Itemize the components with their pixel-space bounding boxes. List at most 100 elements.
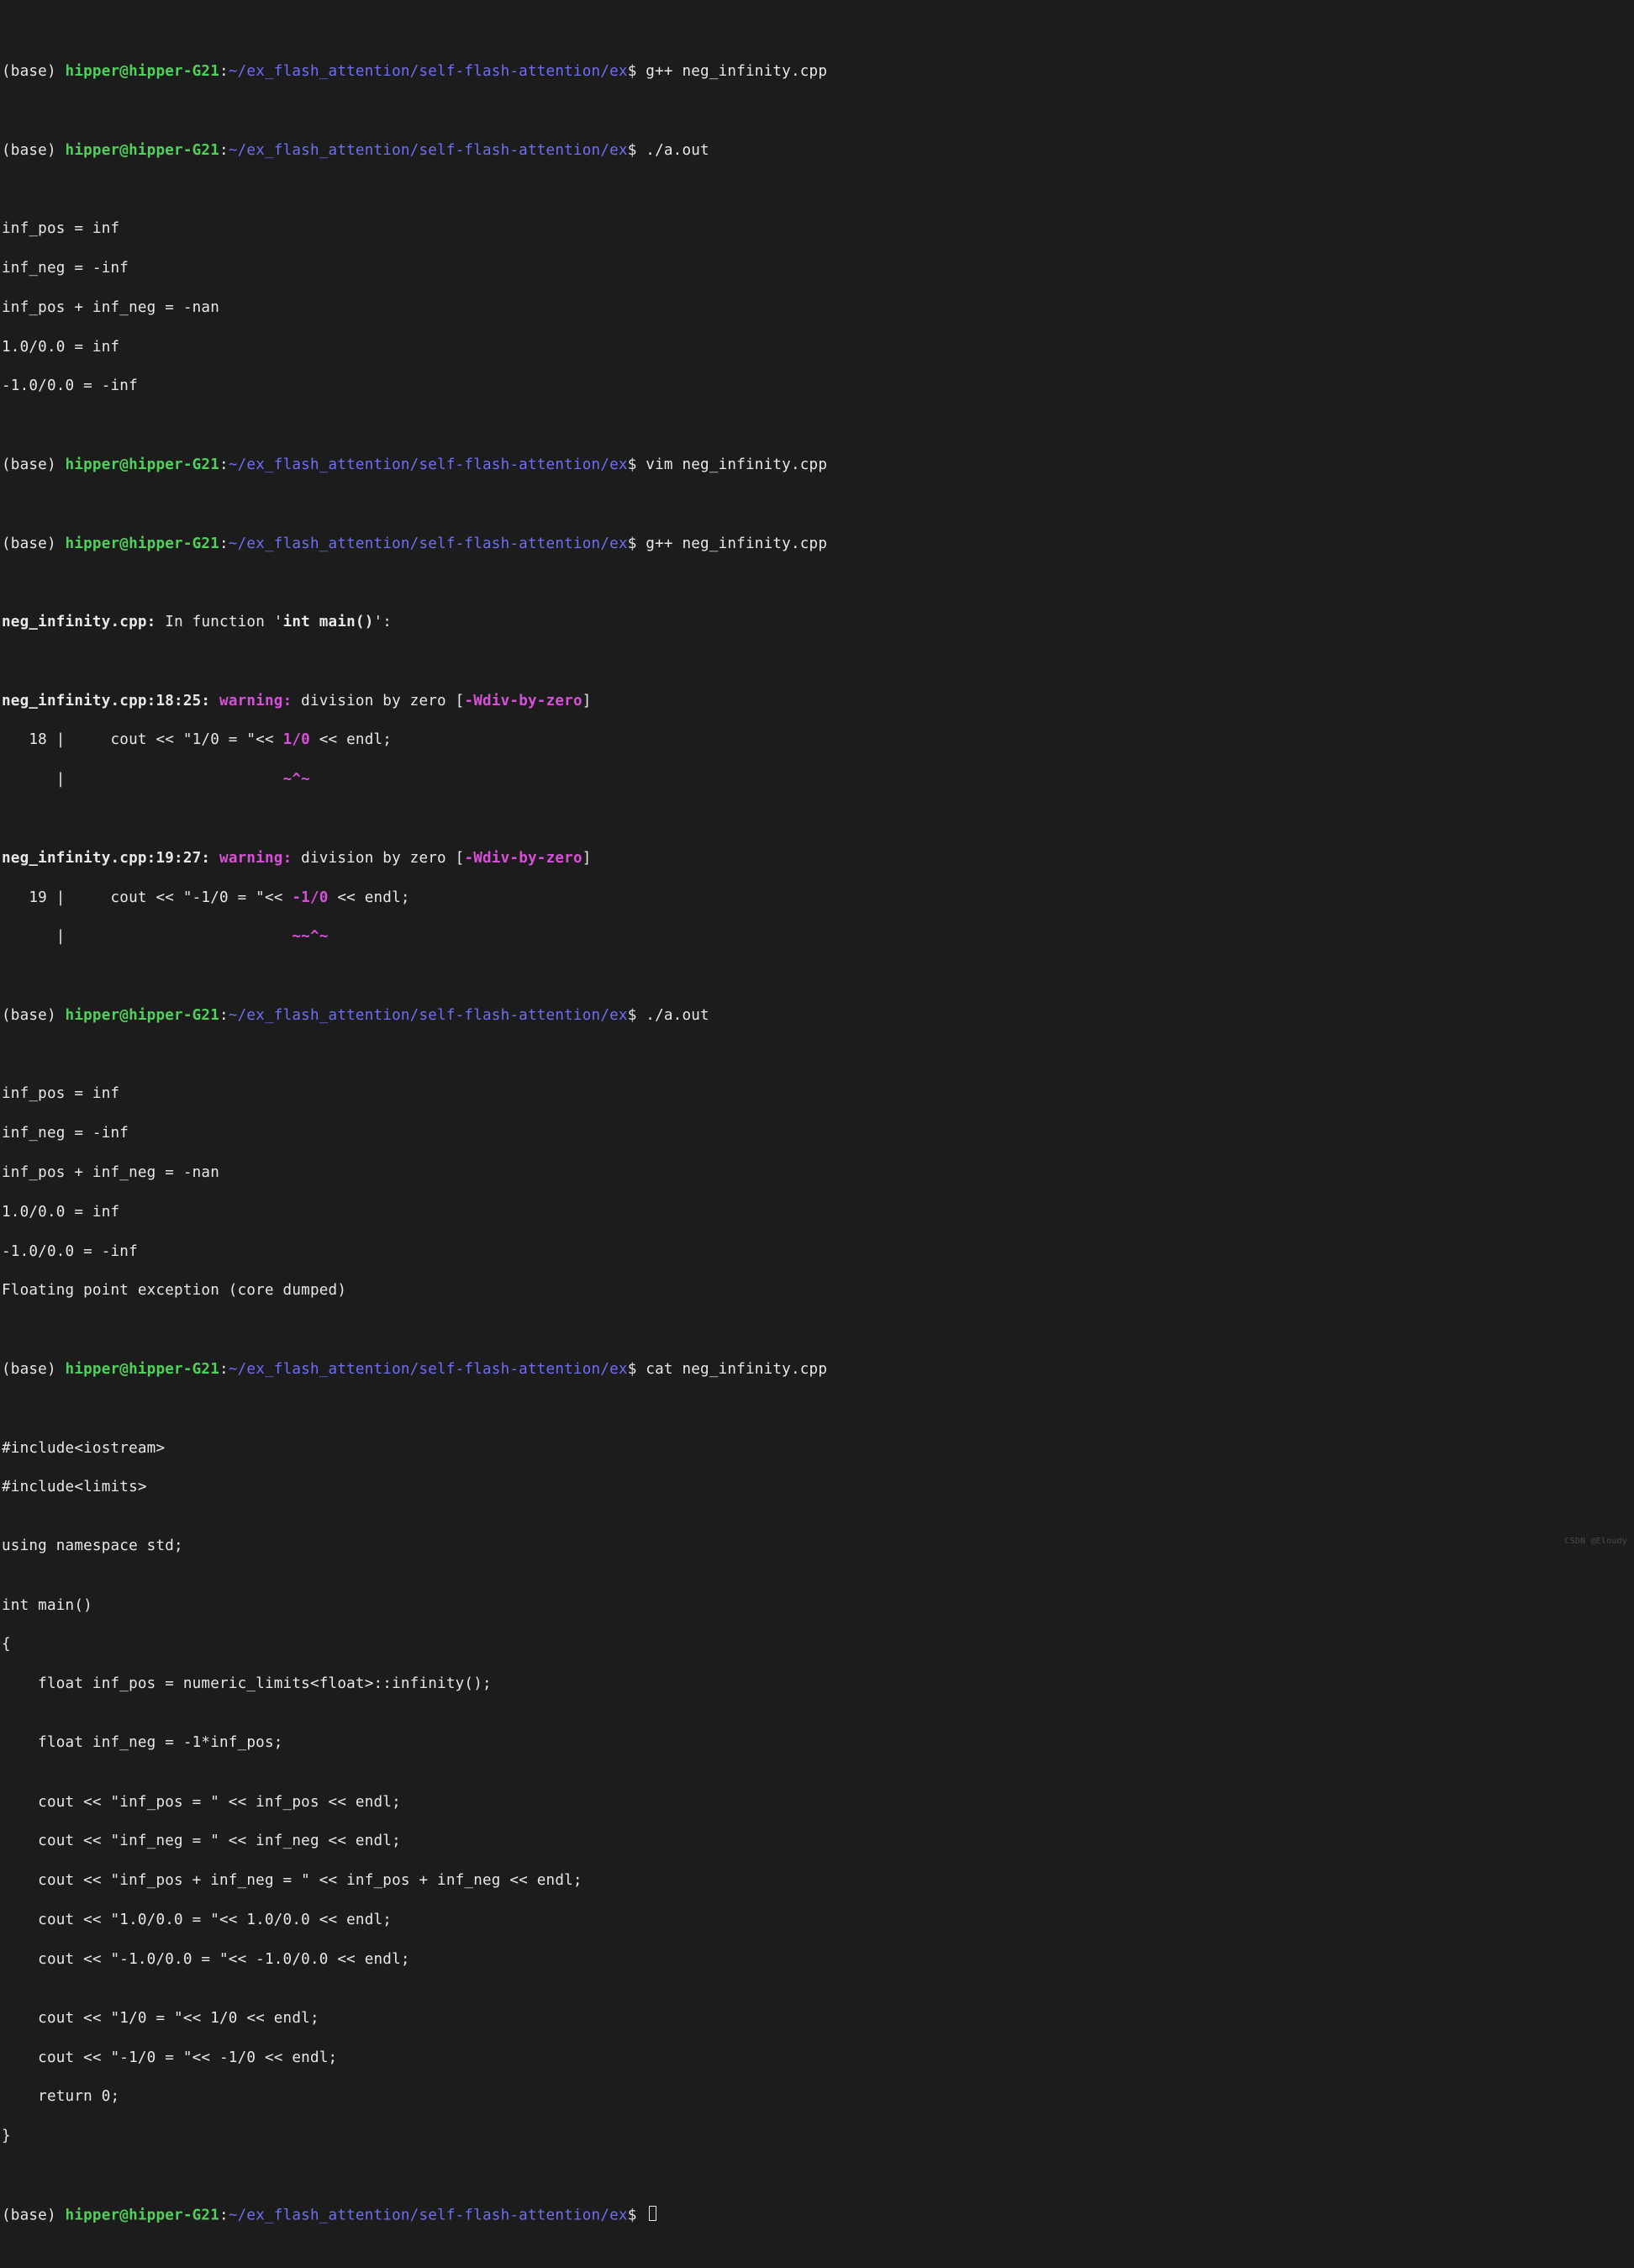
colon: : [219,535,229,552]
dollar: $ [628,1007,646,1024]
snippet-highlight: 1/0 [283,731,310,748]
compiler-function: int main() [283,614,374,630]
caret-marks: ~^~ [283,771,310,788]
env-tag: (base) [2,535,66,552]
prompt-line: (base) hipper@hipper-G21:~/ex_flash_atte… [2,456,1632,475]
source-line: cout << "inf_pos = " << inf_pos << endl; [2,1793,1632,1812]
warning-label: warning: [219,850,301,867]
user-host: hipper@hipper-G21 [66,142,219,159]
caret-marks: ~~^~ [292,928,328,945]
warning-msg: ] [582,693,592,709]
source-line: cout << "-1/0 = "<< -1/0 << endl; [2,2049,1632,2068]
command: ./a.out [646,1007,709,1024]
user-host: hipper@hipper-G21 [66,456,219,473]
caret-pipe: | [2,928,292,945]
output-line: -1.0/0.0 = -inf [2,1242,1632,1262]
cwd-path: ~/ex_flash_attention/self-flash-attentio… [229,1007,628,1024]
colon: : [219,142,229,159]
warning-flag: -Wdiv-by-zero [464,693,582,709]
user-host: hipper@hipper-G21 [66,63,219,80]
user-host: hipper@hipper-G21 [66,2207,219,2223]
cursor-icon [649,2206,656,2221]
prompt-line: (base) hipper@hipper-G21:~/ex_flash_atte… [2,1360,1632,1379]
colon: : [219,456,229,473]
prompt-line: (base) hipper@hipper-G21:~/ex_flash_atte… [2,62,1632,82]
user-host: hipper@hipper-G21 [66,1361,219,1378]
output-line: Floating point exception (core dumped) [2,1281,1632,1300]
source-line: { [2,1635,1632,1654]
dollar: $ [628,2207,646,2223]
warning-label: warning: [219,693,301,709]
command: cat neg_infinity.cpp [646,1361,827,1378]
prompt-line: (base) hipper@hipper-G21:~/ex_flash_atte… [2,1006,1632,1026]
command: ./a.out [646,142,709,159]
env-tag: (base) [2,2207,66,2223]
compiler-warning: neg_infinity.cpp:18:25: warning: divisio… [2,692,1632,711]
source-line: cout << "1.0/0.0 = "<< 1.0/0.0 << endl; [2,1911,1632,1930]
prompt-line: (base) hipper@hipper-G21:~/ex_flash_atte… [2,535,1632,554]
source-line: cout << "1/0 = "<< 1/0 << endl; [2,2009,1632,2028]
compiler-loc: neg_infinity.cpp:19:27: [2,850,219,867]
cwd-path: ~/ex_flash_attention/self-flash-attentio… [229,2207,628,2223]
env-tag: (base) [2,1007,66,1024]
source-line: float inf_neg = -1*inf_pos; [2,1733,1632,1753]
env-tag: (base) [2,142,66,159]
snippet-post: << endl; [310,731,392,748]
snippet-highlight: -1/0 [292,889,328,906]
compiler-loc: neg_infinity.cpp:18:25: [2,693,219,709]
compiler-file: neg_infinity.cpp: [2,614,155,630]
output-line: inf_pos = inf [2,219,1632,239]
source-line: int main() [2,1596,1632,1616]
prompt-line-active[interactable]: (base) hipper@hipper-G21:~/ex_flash_atte… [2,2206,1632,2226]
output-line: -1.0/0.0 = -inf [2,377,1632,396]
source-line: using namespace std; [2,1537,1632,1556]
command: g++ neg_infinity.cpp [646,535,827,552]
source-line: cout << "inf_neg = " << inf_neg << endl; [2,1832,1632,1851]
snippet-pre: 19 | cout << "-1/0 = "<< [2,889,292,906]
output-line: 1.0/0.0 = inf [2,1203,1632,1222]
cwd-path: ~/ex_flash_attention/self-flash-attentio… [229,535,628,552]
compiler-text: In function ' [155,614,282,630]
output-line: inf_neg = -inf [2,1124,1632,1143]
env-tag: (base) [2,63,66,80]
output-line: inf_pos = inf [2,1084,1632,1104]
source-line: } [2,2127,1632,2146]
colon: : [219,2207,229,2223]
compiler-warning: neg_infinity.cpp:19:27: warning: divisio… [2,849,1632,868]
env-tag: (base) [2,456,66,473]
output-line: inf_pos + inf_neg = -nan [2,298,1632,318]
output-line: inf_pos + inf_neg = -nan [2,1163,1632,1183]
colon: : [219,1361,229,1378]
compiler-caret: | ~^~ [2,770,1632,789]
output-line: 1.0/0.0 = inf [2,338,1632,357]
compiler-caret: | ~~^~ [2,927,1632,947]
warning-msg: division by zero [ [301,850,464,867]
warning-msg: ] [582,850,592,867]
cwd-path: ~/ex_flash_attention/self-flash-attentio… [229,456,628,473]
dollar: $ [628,535,646,552]
cwd-path: ~/ex_flash_attention/self-flash-attentio… [229,1361,628,1378]
terminal[interactable]: (base) hipper@hipper-G21:~/ex_flash_atte… [0,0,1634,2268]
source-line: #include<iostream> [2,1439,1632,1458]
source-line: #include<limits> [2,1478,1632,1497]
watermark: CSDN @Eloudy [1564,1536,1627,1547]
compiler-snippet: 19 | cout << "-1/0 = "<< -1/0 << endl; [2,889,1632,908]
dollar: $ [628,63,646,80]
env-tag: (base) [2,1361,66,1378]
user-host: hipper@hipper-G21 [66,1007,219,1024]
colon: : [219,63,229,80]
caret-pipe: | [2,771,283,788]
dollar: $ [628,1361,646,1378]
dollar: $ [628,142,646,159]
compiler-text: ': [374,614,393,630]
compiler-snippet: 18 | cout << "1/0 = "<< 1/0 << endl; [2,731,1632,750]
source-line: return 0; [2,2087,1632,2107]
command: vim neg_infinity.cpp [646,456,827,473]
cwd-path: ~/ex_flash_attention/self-flash-attentio… [229,63,628,80]
cwd-path: ~/ex_flash_attention/self-flash-attentio… [229,142,628,159]
source-line: float inf_pos = numeric_limits<float>::i… [2,1675,1632,1694]
warning-flag: -Wdiv-by-zero [464,850,582,867]
snippet-pre: 18 | cout << "1/0 = "<< [2,731,283,748]
output-line: inf_neg = -inf [2,259,1632,278]
command: g++ neg_infinity.cpp [646,63,827,80]
